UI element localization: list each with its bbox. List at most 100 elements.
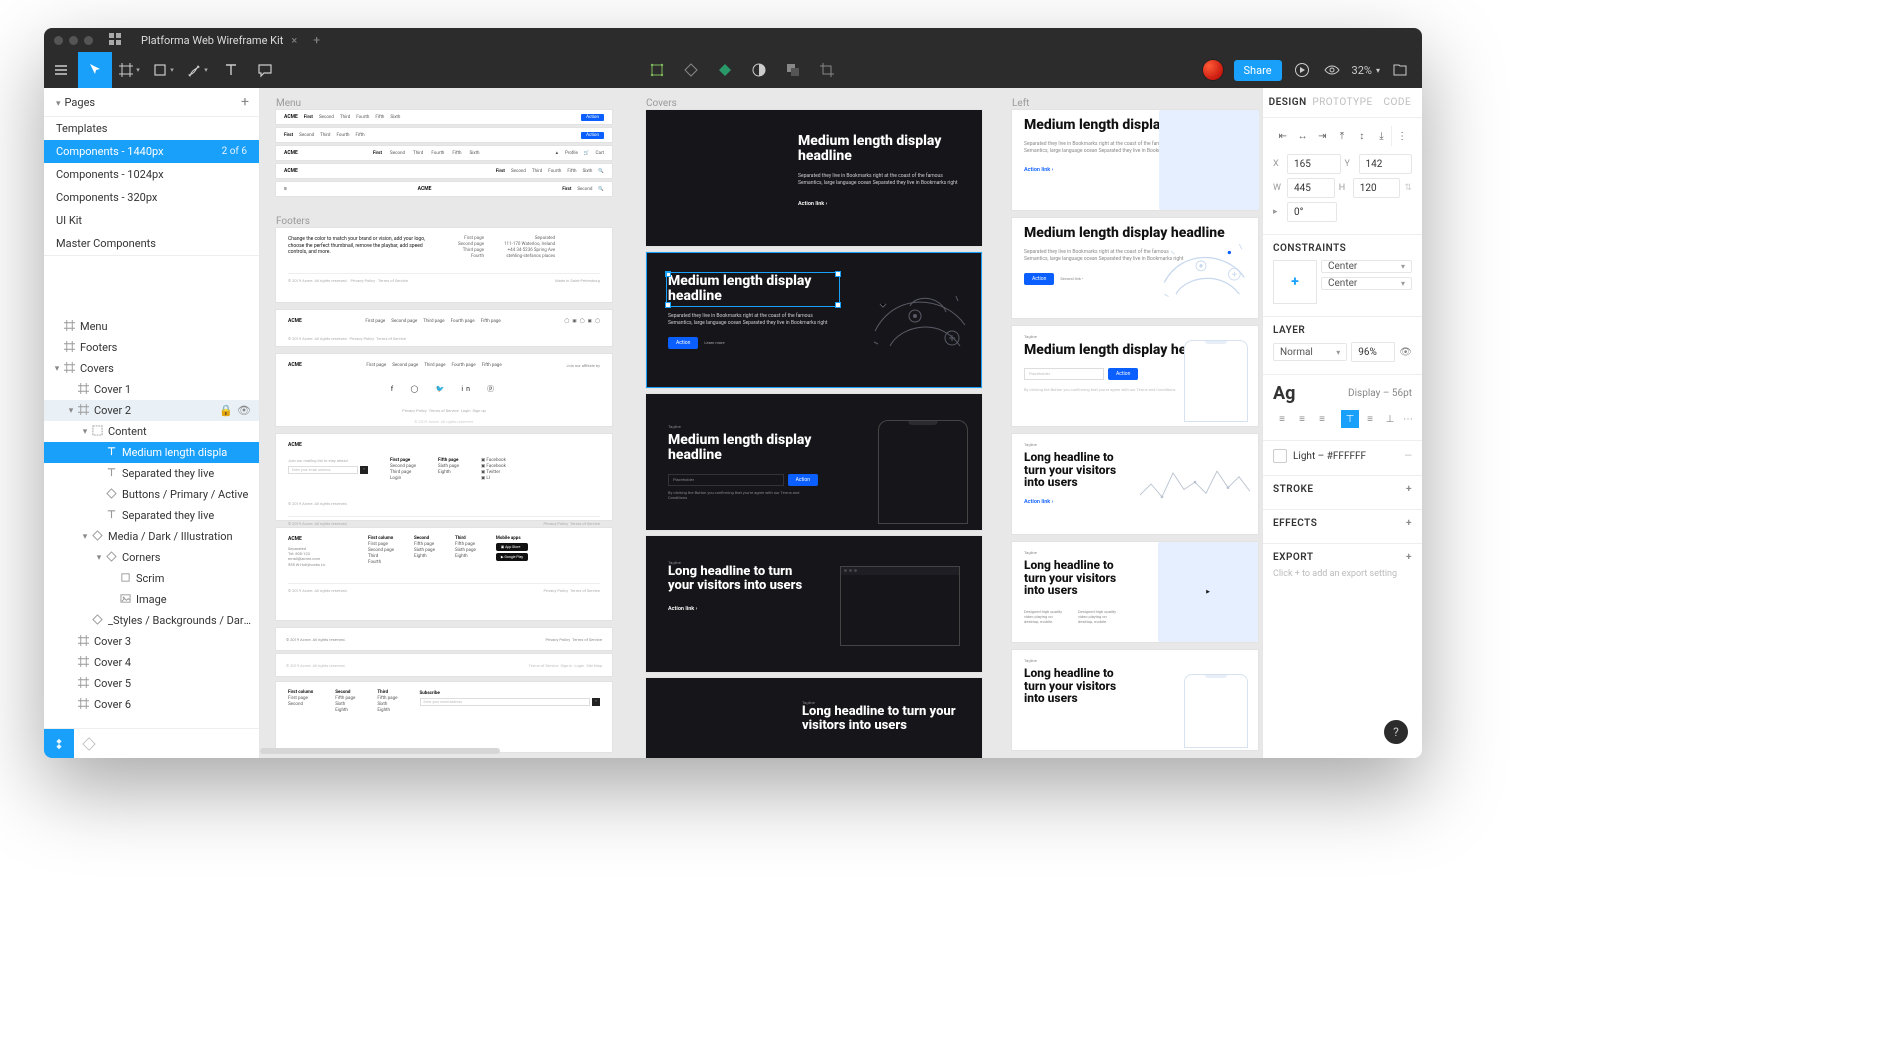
layer-row[interactable]: Cover 3 [44, 631, 259, 652]
text-valign-bottom-icon[interactable]: ⊥ [1381, 410, 1399, 428]
constraint-v-dropdown[interactable]: Center▾ [1321, 277, 1412, 290]
disclosure-icon[interactable]: ▾ [80, 532, 90, 542]
pen-tool[interactable] [180, 52, 214, 88]
layer-row[interactable]: Cover 5 [44, 673, 259, 694]
layer-row[interactable]: Buttons / Primary / Active [44, 484, 259, 505]
crop-icon[interactable] [810, 52, 844, 88]
layer-row[interactable]: ▾Cover 2🔒👁 [44, 400, 259, 421]
layer-row[interactable]: Footers [44, 337, 259, 358]
fill-swatch[interactable] [1273, 449, 1287, 463]
reset-icon[interactable] [674, 52, 708, 88]
text-more-icon[interactable]: ⋯ [1403, 414, 1413, 425]
lock-icon[interactable]: 🔒 [219, 404, 233, 417]
canvas[interactable]: Menu Footers Covers Left ACME FirstSecon… [260, 88, 1262, 758]
layer-row[interactable]: Cover 6 [44, 694, 259, 715]
align-right-icon[interactable]: ⇥ [1312, 126, 1332, 146]
user-avatar[interactable] [1202, 59, 1224, 81]
page-item[interactable]: Components - 1440px 2 of 6 [44, 140, 259, 163]
blend-dropdown[interactable]: Normal▾ [1273, 343, 1347, 361]
layer-row[interactable]: Cover 4 [44, 652, 259, 673]
traffic-min[interactable] [69, 36, 78, 45]
constraints-widget[interactable]: + [1273, 260, 1317, 304]
align-left-icon[interactable]: ⇤ [1273, 126, 1293, 146]
tab-design[interactable]: DESIGN [1263, 88, 1312, 117]
disclosure-icon[interactable]: ▾ [80, 427, 90, 437]
shape-tool[interactable] [146, 52, 180, 88]
text-valign-top-icon[interactable]: ⊤ [1341, 410, 1359, 428]
opacity-input[interactable]: 96% [1351, 342, 1395, 362]
align-center-v-icon[interactable]: ↕ [1352, 126, 1372, 146]
align-bottom-icon[interactable]: ⤓ [1372, 126, 1392, 146]
comment-tool[interactable] [248, 52, 282, 88]
pages-header[interactable]: ▾Pages + [44, 88, 259, 117]
y-input[interactable]: 142 [1359, 154, 1413, 174]
constraint-h-dropdown[interactable]: Center▾ [1321, 260, 1412, 273]
selection-text[interactable]: Medium length display headline [668, 274, 838, 305]
add-export-icon[interactable]: + [1406, 552, 1412, 563]
layer-row[interactable]: Image [44, 589, 259, 610]
layer-row[interactable]: Cover 1 [44, 379, 259, 400]
layer-row[interactable]: _Styles / Backgrounds / Dark I... [44, 610, 259, 631]
w-input[interactable]: 445 [1287, 178, 1335, 198]
help-button[interactable]: ? [1384, 720, 1408, 744]
canvas-horizontal-scrollbar[interactable] [260, 748, 500, 754]
mask-icon[interactable] [742, 52, 776, 88]
tab-code[interactable]: CODE [1373, 88, 1422, 117]
traffic-max[interactable] [84, 36, 93, 45]
align-center-h-icon[interactable]: ↔ [1293, 126, 1313, 146]
layer-row[interactable]: Menu [44, 316, 259, 337]
assets-tab-icon[interactable] [44, 729, 74, 759]
add-stroke-icon[interactable]: + [1406, 484, 1412, 495]
library-icon[interactable] [1390, 52, 1410, 88]
layer-row[interactable]: ▾Corners [44, 547, 259, 568]
layer-row[interactable]: Medium length displa [44, 442, 259, 463]
layer-row[interactable]: ▾Content [44, 421, 259, 442]
components-tab-icon[interactable] [74, 737, 104, 751]
boolean-icon[interactable] [776, 52, 810, 88]
remove-fill-icon[interactable]: — [1404, 451, 1412, 462]
present-icon[interactable] [1292, 52, 1312, 88]
page-item[interactable]: Templates [44, 117, 259, 140]
align-top-icon[interactable]: ⤒ [1332, 126, 1352, 146]
text-tool[interactable] [214, 52, 248, 88]
layer-row[interactable]: Separated they live [44, 505, 259, 526]
disclosure-icon[interactable]: ▾ [66, 406, 76, 416]
add-effect-icon[interactable]: + [1406, 518, 1412, 529]
tab-prototype[interactable]: PROTOTYPE [1312, 88, 1372, 117]
zoom-dropdown[interactable]: 32% ▾ [1352, 64, 1380, 77]
layers-panel[interactable]: MenuFooters▾CoversCover 1▾Cover 2🔒👁▾Cont… [44, 316, 259, 728]
layer-row[interactable]: ▾Media / Dark / Illustration [44, 526, 259, 547]
component-icon[interactable] [708, 52, 742, 88]
page-item[interactable]: UI Kit [44, 209, 259, 232]
rotation-input[interactable]: 0° [1287, 202, 1337, 222]
link-wh-icon[interactable]: ⇅ [1404, 183, 1412, 193]
page-item[interactable]: Components - 320px [44, 186, 259, 209]
text-align-right-icon[interactable]: ≡ [1313, 410, 1331, 428]
text-align-center-icon[interactable]: ≡ [1293, 410, 1311, 428]
new-tab-button[interactable]: + [313, 33, 320, 47]
h-input[interactable]: 120 [1353, 178, 1401, 198]
page-item[interactable]: Master Components [44, 232, 259, 255]
menu-button[interactable] [44, 52, 78, 88]
disclosure-icon[interactable]: ▾ [94, 553, 104, 563]
eye-icon[interactable]: 👁 [237, 404, 251, 417]
document-tab[interactable]: Platforma Web Wireframe Kit × [141, 34, 297, 47]
layer-row[interactable]: ▾Covers [44, 358, 259, 379]
traffic-close[interactable] [54, 36, 63, 45]
x-input[interactable]: 165 [1287, 154, 1341, 174]
home-icon[interactable] [109, 33, 121, 48]
layer-row[interactable]: Separated they live [44, 463, 259, 484]
visibility-icon[interactable]: 👁 [1399, 347, 1412, 358]
share-button[interactable]: Share [1234, 60, 1282, 81]
add-page-icon[interactable]: + [241, 94, 249, 110]
move-tool[interactable] [78, 52, 112, 88]
edit-object-icon[interactable] [640, 52, 674, 88]
layer-row[interactable]: Scrim [44, 568, 259, 589]
page-item[interactable]: Components - 1024px [44, 163, 259, 186]
view-icon[interactable] [1322, 52, 1342, 88]
frame-tool[interactable] [112, 52, 146, 88]
disclosure-icon[interactable]: ▾ [52, 364, 62, 374]
distribute-icon[interactable]: ⋮ [1391, 126, 1412, 146]
text-valign-mid-icon[interactable]: ≡ [1361, 410, 1379, 428]
text-align-left-icon[interactable]: ≡ [1273, 410, 1291, 428]
